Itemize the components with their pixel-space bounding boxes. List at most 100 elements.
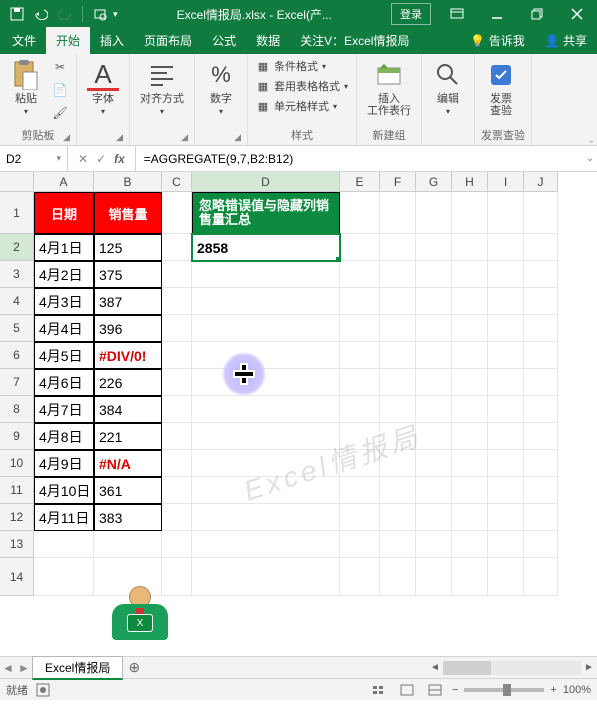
tab-data[interactable]: 数据 [246, 27, 290, 54]
conditional-format-button[interactable]: ▦条件格式 ▾ [254, 57, 350, 75]
cell[interactable]: 221 [94, 423, 162, 450]
cell[interactable] [452, 396, 488, 423]
cell[interactable] [162, 504, 192, 531]
cell[interactable] [452, 261, 488, 288]
cell[interactable] [340, 531, 380, 558]
cell[interactable] [380, 504, 416, 531]
cell[interactable]: 忽略错误值与隐藏列销售量汇总 [192, 192, 340, 234]
editing-button[interactable]: 编辑▾ [428, 57, 468, 118]
col-header-C[interactable]: C [162, 172, 192, 192]
save-icon[interactable] [6, 3, 28, 25]
close-icon[interactable] [557, 0, 597, 28]
row-header-4[interactable]: 4 [0, 288, 34, 315]
row-header-7[interactable]: 7 [0, 369, 34, 396]
cell[interactable] [488, 450, 524, 477]
cell[interactable]: 4月4日 [34, 315, 94, 342]
cell[interactable]: 4月7日 [34, 396, 94, 423]
tab-custom[interactable]: 关注V：Excel情报局 [290, 27, 419, 54]
cell[interactable]: 384 [94, 396, 162, 423]
cell[interactable] [488, 288, 524, 315]
cell[interactable] [524, 531, 558, 558]
page-break-view-icon[interactable] [424, 681, 446, 699]
cell[interactable] [162, 423, 192, 450]
sheet-prev-icon[interactable]: ◄ [0, 661, 16, 675]
cell[interactable] [192, 369, 340, 396]
cell[interactable] [162, 531, 192, 558]
login-button[interactable]: 登录 [391, 3, 431, 25]
collapse-ribbon-icon[interactable]: ˇ [589, 140, 593, 152]
cell[interactable] [380, 369, 416, 396]
cell[interactable] [524, 450, 558, 477]
cell[interactable] [488, 477, 524, 504]
cell[interactable]: 4月6日 [34, 369, 94, 396]
cell[interactable] [192, 558, 340, 596]
cell[interactable] [380, 396, 416, 423]
zoom-in-icon[interactable]: + [550, 684, 556, 696]
cell[interactable] [488, 504, 524, 531]
cell[interactable] [524, 369, 558, 396]
cell[interactable] [416, 315, 452, 342]
cell[interactable] [416, 342, 452, 369]
cell[interactable] [416, 477, 452, 504]
worksheet-grid[interactable]: ABCDEFGHIJ 1234567891011121314 日期销售量忽略错误… [0, 172, 597, 656]
cell[interactable] [94, 531, 162, 558]
cell[interactable]: #DIV/0! [94, 342, 162, 369]
cell[interactable] [34, 558, 94, 596]
cell[interactable] [524, 342, 558, 369]
cell[interactable] [380, 477, 416, 504]
name-box[interactable]: D2▾ [0, 146, 68, 171]
cell[interactable]: 销售量 [94, 192, 162, 234]
row-header-3[interactable]: 3 [0, 261, 34, 288]
cancel-formula-icon[interactable]: ✕ [78, 152, 88, 166]
cell[interactable]: 4月3日 [34, 288, 94, 315]
cell[interactable] [452, 234, 488, 261]
cell[interactable] [416, 396, 452, 423]
cell[interactable]: 4月1日 [34, 234, 94, 261]
cell[interactable] [380, 450, 416, 477]
cell[interactable] [380, 192, 416, 234]
copy-icon[interactable]: 📄 [50, 80, 70, 100]
cell[interactable] [524, 192, 558, 234]
cell[interactable] [340, 192, 380, 234]
embedded-clipart[interactable]: X [105, 586, 175, 650]
cell[interactable] [488, 369, 524, 396]
cell[interactable] [416, 288, 452, 315]
row-header-14[interactable]: 14 [0, 558, 34, 596]
cell[interactable] [162, 396, 192, 423]
cell[interactable] [488, 192, 524, 234]
cell[interactable] [452, 423, 488, 450]
normal-view-icon[interactable] [368, 681, 390, 699]
cell[interactable] [192, 396, 340, 423]
cell[interactable] [340, 342, 380, 369]
cell[interactable] [452, 531, 488, 558]
cell[interactable] [524, 396, 558, 423]
cell[interactable] [162, 261, 192, 288]
alignment-button[interactable]: 对齐方式▾ [136, 57, 188, 118]
cell[interactable] [192, 450, 340, 477]
share-button[interactable]: 👤 共享 [535, 27, 597, 54]
dialog-launcher-icon[interactable]: ◢ [63, 132, 70, 143]
cell[interactable]: #N/A [94, 450, 162, 477]
cell[interactable]: 4月8日 [34, 423, 94, 450]
cell[interactable] [452, 342, 488, 369]
cell[interactable] [192, 315, 340, 342]
cell[interactable] [452, 369, 488, 396]
cell[interactable] [192, 288, 340, 315]
cell[interactable] [192, 261, 340, 288]
sheet-next-icon[interactable]: ► [16, 661, 32, 675]
cell[interactable] [380, 288, 416, 315]
cell[interactable] [416, 450, 452, 477]
cell[interactable] [340, 315, 380, 342]
row-header-12[interactable]: 12 [0, 504, 34, 531]
cell[interactable]: 2858 [192, 234, 340, 261]
cell[interactable] [162, 477, 192, 504]
cell[interactable] [488, 396, 524, 423]
cell[interactable]: 383 [94, 504, 162, 531]
format-painter-icon[interactable]: 🖌 [50, 103, 70, 123]
row-header-11[interactable]: 11 [0, 477, 34, 504]
cell[interactable] [524, 234, 558, 261]
cell[interactable] [340, 261, 380, 288]
cell[interactable]: 375 [94, 261, 162, 288]
cell[interactable]: 396 [94, 315, 162, 342]
cell[interactable] [192, 531, 340, 558]
